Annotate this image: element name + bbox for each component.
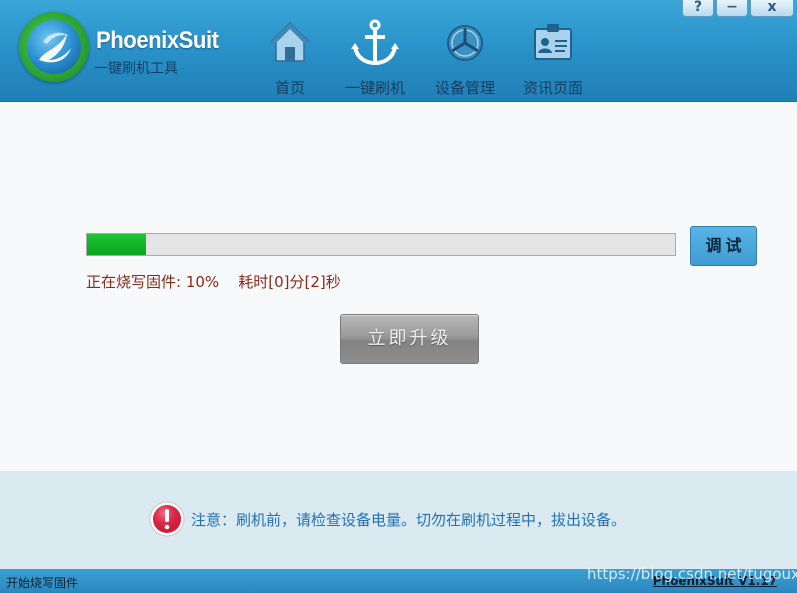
phoenix-logo-icon [19,12,89,82]
nav-device-management[interactable]: 设备管理 [430,0,500,102]
minimize-button[interactable]: − [716,0,748,17]
nav-home-label: 首页 [274,79,305,97]
app-tagline: 一键刷机工具 [94,61,178,77]
flash-status-text: 正在烧写固件: 10% 耗时[0]分[2]秒 [86,273,341,291]
notice-panel: 注意：刷机前，请检查设备电量。切勿在刷机过程中，拔出设备。 [0,471,797,569]
watermark-text: https://blog.csdn.net/tugouxp [587,565,797,583]
help-button[interactable]: ? [682,0,714,17]
app-brand-name: PhoenixSuit [96,27,219,54]
nav-home[interactable]: 首页 [262,0,318,102]
debug-button[interactable]: 调试 [690,226,757,266]
warning-icon [149,501,185,537]
header-bar: PhoenixSuit 一键刷机工具 首页 一键刷机 设备管理 资讯页面 ? −… [0,0,797,102]
close-button[interactable]: x [750,0,794,17]
nav-flash-label: 一键刷机 [344,79,405,97]
upgrade-now-button[interactable]: 立即升级 [340,314,479,364]
notice-text: 注意：刷机前，请检查设备电量。切勿在刷机过程中，拔出设备。 [191,511,627,529]
flash-progress-bar [86,233,676,256]
nav-device-management-label: 设备管理 [434,79,495,97]
anchor-icon [351,19,399,66]
device-icon [447,25,483,61]
status-message: 开始烧写固件 [6,576,79,590]
nav-news-label: 资讯页面 [522,79,583,97]
id-card-icon [534,24,572,60]
flash-progress-fill [87,234,146,255]
nav-flash[interactable]: 一键刷机 [340,0,410,102]
home-icon [270,21,310,62]
nav-news[interactable]: 资讯页面 [518,0,588,102]
